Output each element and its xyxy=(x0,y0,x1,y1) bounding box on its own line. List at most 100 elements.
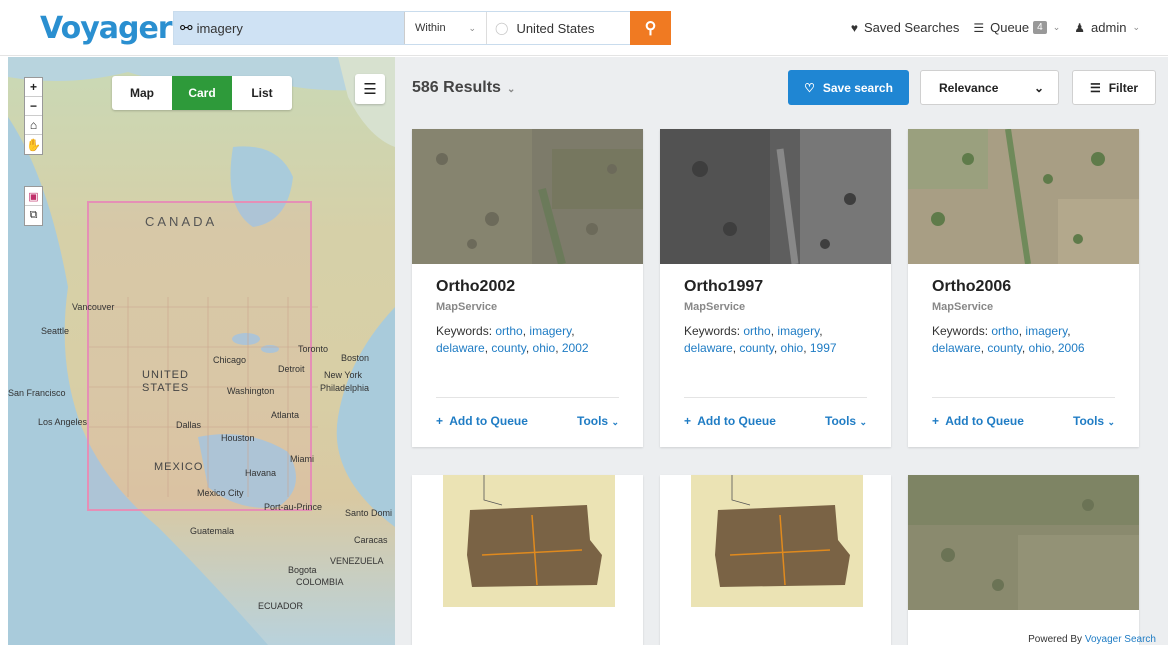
tools-dropdown[interactable]: Tools ⌄ xyxy=(577,414,619,428)
zoom-out-button[interactable]: − xyxy=(25,97,42,116)
user-menu[interactable]: ♟ admin ⌄ xyxy=(1074,20,1140,35)
heart-icon: ♥ xyxy=(850,20,858,35)
search-input[interactable] xyxy=(196,20,377,36)
save-search-button[interactable]: ♡ Save search xyxy=(788,70,909,105)
card-thumbnail[interactable] xyxy=(660,475,891,610)
aerial-image xyxy=(660,129,891,264)
map-label-seattle: Seattle xyxy=(41,326,70,336)
within-dropdown[interactable]: Within ⌄ xyxy=(404,12,486,44)
card-thumbnail[interactable] xyxy=(412,475,643,610)
map-label-los-angeles: Los Angeles xyxy=(38,417,88,427)
keyword-link[interactable]: ortho xyxy=(991,324,1018,338)
queue-count-badge: 4 xyxy=(1033,21,1047,34)
add-to-queue-button[interactable]: + Add to Queue xyxy=(932,414,1024,428)
keyword-link[interactable]: 2002 xyxy=(562,341,589,355)
chevron-down-icon: ⌄ xyxy=(859,417,867,427)
pan-button[interactable]: ✋ xyxy=(25,135,42,154)
keyword-link[interactable]: ortho xyxy=(495,324,522,338)
sort-label: Relevance xyxy=(939,80,999,95)
home-icon: ⌂ xyxy=(29,118,38,132)
keyword-link[interactable]: delaware xyxy=(932,341,981,355)
sort-dropdown[interactable]: Relevance ⌄ xyxy=(920,70,1059,105)
tools-label: Tools xyxy=(577,414,609,428)
tools-label: Tools xyxy=(825,414,857,428)
view-map-button[interactable]: Map xyxy=(112,76,172,110)
location-pin-icon: ◯ xyxy=(495,21,509,35)
chevron-down-icon: ⌄ xyxy=(506,84,516,95)
map-label-bogota: Bogota xyxy=(288,565,317,575)
layers-button[interactable]: ☰ xyxy=(355,74,385,104)
keyword-link[interactable]: ohio xyxy=(533,341,556,355)
map-label-detroit: Detroit xyxy=(278,364,305,374)
card-thumbnail[interactable] xyxy=(908,475,1139,610)
tools-dropdown[interactable]: Tools ⌄ xyxy=(1073,414,1115,428)
queue-menu[interactable]: ☰ Queue 4 ⌄ xyxy=(973,20,1060,35)
results-toolbar: 586 Results ⌄ ♡ Save search Relevance ⌄ ☰… xyxy=(395,57,1168,119)
keyword-link[interactable]: imagery xyxy=(777,324,819,338)
results-count-label: 586 Results xyxy=(412,79,501,96)
app-header: Voyager ⚯ Within ⌄ ◯ United States ⚲ ♥ S… xyxy=(0,0,1168,56)
rectangle-icon: ▣ xyxy=(28,190,39,203)
save-search-label: Save search xyxy=(822,80,893,95)
aerial-image xyxy=(908,475,1139,610)
card-thumbnail[interactable] xyxy=(660,129,891,264)
results-count[interactable]: 586 Results ⌄ xyxy=(412,79,515,97)
view-card-button[interactable]: Card xyxy=(172,76,232,110)
card-title[interactable]: Ortho1997 xyxy=(684,278,867,296)
card-thumbnail[interactable] xyxy=(412,129,643,264)
map-label-states: STATES xyxy=(142,382,190,394)
zoom-in-button[interactable]: + xyxy=(25,78,42,97)
card-actions: + Add to Queue Tools ⌄ xyxy=(684,397,867,428)
card-thumbnail[interactable] xyxy=(908,129,1139,264)
card-format: MapService xyxy=(684,301,746,313)
search-icon: ⚲ xyxy=(644,20,657,37)
tools-dropdown[interactable]: Tools ⌄ xyxy=(825,414,867,428)
map-label-toronto: Toronto xyxy=(298,344,329,354)
keyword-link[interactable]: county xyxy=(491,341,525,355)
keyword-link[interactable]: 2006 xyxy=(1058,341,1085,355)
saved-searches-link[interactable]: ♥ Saved Searches xyxy=(851,20,960,35)
card-actions: + Add to Queue Tools ⌄ xyxy=(932,397,1115,428)
keyword-link[interactable]: ohio xyxy=(781,341,804,355)
map-label-port-au-prince: Port-au-Prince xyxy=(264,502,323,512)
card-keywords: Keywords: ortho, imagery, delaware, coun… xyxy=(684,324,837,355)
result-card xyxy=(908,475,1139,645)
select-extent-button[interactable]: ⧉ xyxy=(25,206,42,225)
keyword-link[interactable]: county xyxy=(739,341,773,355)
card-title[interactable]: Ortho2002 xyxy=(436,278,619,296)
keyword-link[interactable]: county xyxy=(987,341,1021,355)
card-keywords: Keywords: ortho, imagery, delaware, coun… xyxy=(436,324,589,355)
keyword-link[interactable]: imagery xyxy=(1025,324,1067,338)
heart-outline-icon: ♡ xyxy=(804,80,815,95)
filter-button[interactable]: ☰ Filter xyxy=(1072,70,1156,105)
map-label-boston: Boston xyxy=(341,353,370,363)
map-label-new-york: New York xyxy=(324,370,363,380)
map-zoom-controls: + − ⌂ ✋ xyxy=(24,77,43,155)
place-input[interactable]: ◯ United States xyxy=(486,12,630,44)
home-button[interactable]: ⌂ xyxy=(25,116,42,135)
keyword-link[interactable]: delaware xyxy=(684,341,733,355)
voyager-search-link[interactable]: Voyager Search xyxy=(1085,634,1156,645)
powered-by-label: Powered By xyxy=(1028,634,1083,645)
keyword-link[interactable]: ortho xyxy=(743,324,770,338)
search-query-box: ⚯ xyxy=(174,12,404,44)
powered-by: Powered By Voyager Search xyxy=(1028,634,1156,645)
voyager-logo[interactable]: Voyager xyxy=(40,11,173,46)
chevron-down-icon: ⌄ xyxy=(1052,22,1061,32)
keyword-link[interactable]: imagery xyxy=(529,324,571,338)
add-to-queue-button[interactable]: + Add to Queue xyxy=(436,414,528,428)
view-toggle: Map Card List xyxy=(112,76,292,110)
map-label-vancouver: Vancouver xyxy=(72,302,115,312)
place-value: United States xyxy=(516,20,595,36)
card-keywords: Keywords: ortho, imagery, delaware, coun… xyxy=(932,324,1085,355)
search-button[interactable]: ⚲ xyxy=(630,11,671,45)
map-panel[interactable]: + − ⌂ ✋ ▣ ⧉ Map Card List ☰ CANADA Vanco… xyxy=(8,57,395,645)
draw-rectangle-button[interactable]: ▣ xyxy=(25,187,42,206)
card-title[interactable]: Ortho2006 xyxy=(932,278,1115,296)
keyword-link[interactable]: delaware xyxy=(436,341,485,355)
view-list-button[interactable]: List xyxy=(232,76,292,110)
keyword-link[interactable]: ohio xyxy=(1029,341,1052,355)
map-label-san-francisco: San Francisco xyxy=(8,388,66,398)
keyword-link[interactable]: 1997 xyxy=(810,341,837,355)
add-to-queue-button[interactable]: + Add to Queue xyxy=(684,414,776,428)
